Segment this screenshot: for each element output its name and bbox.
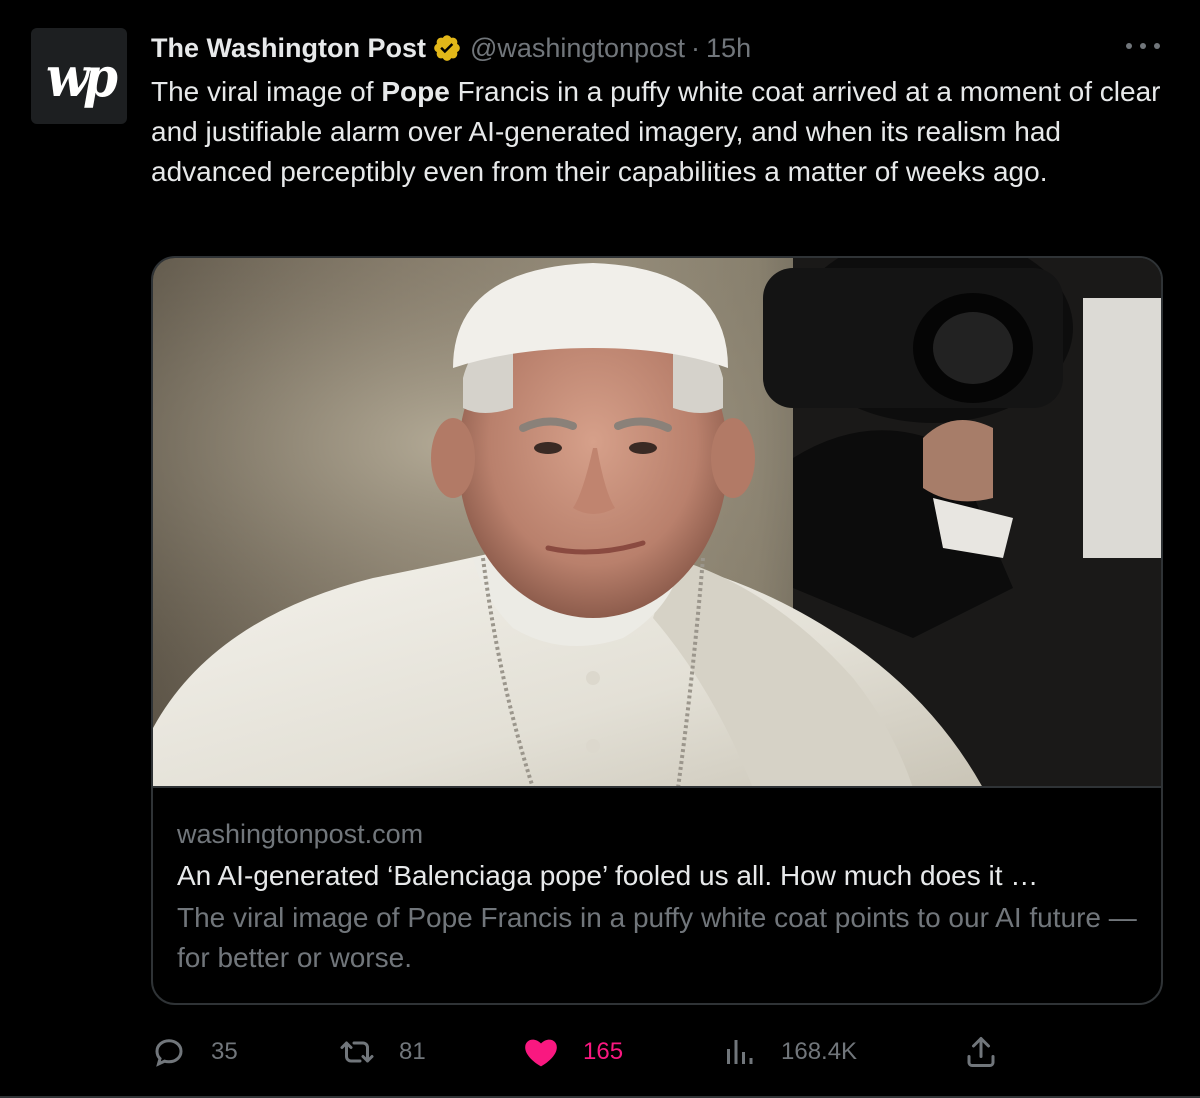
retweet-count: 81 (399, 1038, 426, 1065)
avatar-logo: wp (45, 43, 118, 109)
like-count: 165 (583, 1038, 624, 1065)
card-domain: washingtonpost.com (177, 819, 424, 849)
card-image[interactable] (153, 258, 1161, 788)
retweet-button[interactable]: 81 (339, 1030, 426, 1074)
views-button[interactable]: 168.4K (721, 1030, 857, 1074)
pope-photo-image (153, 258, 1161, 786)
avatar[interactable]: wp (31, 28, 127, 124)
reply-count: 35 (211, 1038, 238, 1065)
action-bar: 35 81 165 168.4K (151, 1030, 1011, 1074)
analytics-icon (727, 1040, 753, 1064)
card-title: An AI-generated ‘Balenciaga pope’ fooled… (177, 860, 1039, 891)
separator-dot: · (691, 32, 701, 63)
card-description: The viral image of Pope Francis in a puf… (177, 902, 1137, 973)
reply-button[interactable]: 35 (151, 1030, 238, 1074)
retweet-icon (340, 1041, 374, 1063)
share-icon (967, 1037, 995, 1067)
tweet-text-bold: Pope (381, 76, 450, 107)
tweet[interactable]: wp The Washington Post @washingtonpost ·… (0, 0, 1200, 1098)
tweet-text: The viral image of Pope Francis in a puf… (151, 72, 1161, 192)
share-button[interactable] (963, 1030, 1023, 1074)
view-count: 168.4K (781, 1038, 858, 1065)
tweet-text-part: The viral image of (151, 76, 382, 107)
heart-icon (525, 1039, 557, 1067)
handle[interactable]: @washingtonpost (470, 33, 685, 64)
tweet-header: The Washington Post @washingtonpost · 15… (151, 30, 751, 66)
verified-badge-icon[interactable] (432, 33, 462, 63)
link-card[interactable]: washingtonpost.com An AI-generated ‘Bale… (151, 256, 1163, 1005)
reply-icon (155, 1039, 183, 1067)
card-meta[interactable]: washingtonpost.com An AI-generated ‘Bale… (153, 788, 1161, 978)
timestamp[interactable]: 15h (706, 33, 751, 64)
like-button[interactable]: 165 (523, 1030, 623, 1074)
more-options-icon[interactable] (1126, 36, 1160, 56)
display-name[interactable]: The Washington Post (151, 33, 426, 64)
